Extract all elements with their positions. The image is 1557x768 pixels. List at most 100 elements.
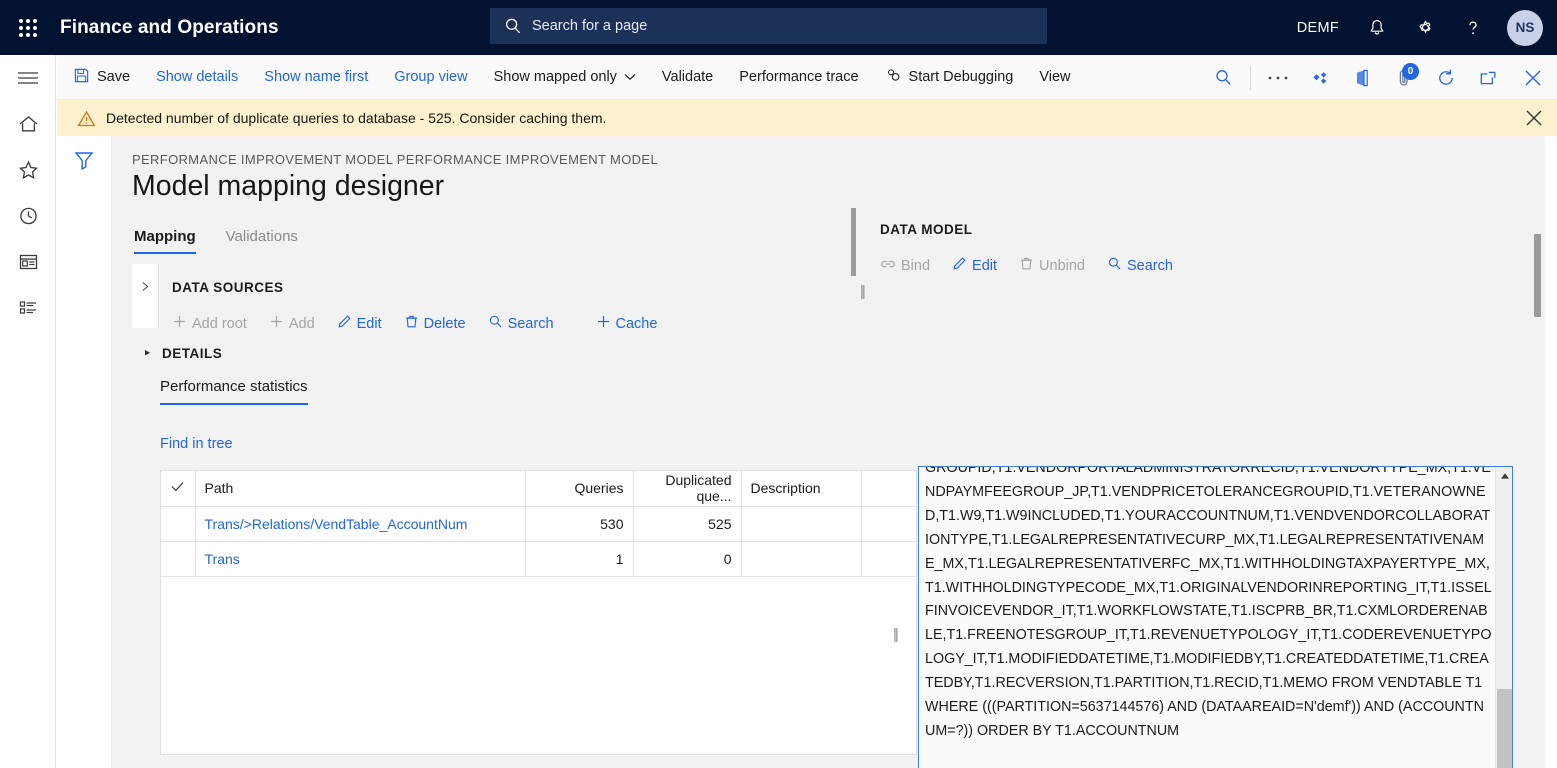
- show-details-button[interactable]: Show details: [143, 55, 251, 100]
- avatar[interactable]: NS: [1507, 9, 1543, 46]
- edit-binding-button[interactable]: Edit: [952, 256, 997, 275]
- link-icon: [880, 257, 896, 275]
- cell-description: [741, 506, 862, 542]
- divider: [1250, 65, 1251, 90]
- column-header-path[interactable]: Path: [195, 471, 526, 507]
- sql-scrollbar-thumb[interactable]: [1497, 689, 1512, 768]
- edit-button[interactable]: Edit: [337, 314, 382, 333]
- office-app-icon[interactable]: [1341, 55, 1383, 100]
- cache-button[interactable]: Cache: [596, 314, 657, 333]
- sql-textarea-scrollbar[interactable]: [1495, 467, 1512, 768]
- close-icon[interactable]: [1523, 107, 1545, 134]
- command-bar-right-group: 0: [1202, 55, 1557, 100]
- chevron-down-icon: [144, 344, 154, 362]
- column-header-description[interactable]: Description: [741, 471, 862, 507]
- search-button[interactable]: Search: [488, 314, 554, 333]
- sql-query-textarea[interactable]: GROUPID,T1.VENDORPORTALADMINISTRATORRECI…: [918, 466, 1513, 768]
- global-search-input[interactable]: Search for a page: [490, 8, 1047, 44]
- find-in-tree-link[interactable]: Find in tree: [160, 436, 233, 452]
- company-selector[interactable]: DEMF: [1283, 0, 1353, 55]
- add-root-button[interactable]: Add root: [172, 314, 247, 333]
- validate-button[interactable]: Validate: [649, 55, 726, 100]
- cell-filler: [861, 506, 916, 542]
- workspaces-icon[interactable]: [0, 239, 56, 285]
- row-checkbox[interactable]: [161, 541, 196, 577]
- table-row[interactable]: Trans/>Relations/VendTable_AccountNum 53…: [161, 506, 916, 542]
- save-label: Save: [97, 69, 131, 85]
- home-icon[interactable]: [0, 101, 56, 147]
- data-model-scroll-indicator: [851, 208, 856, 276]
- tab-performance-statistics[interactable]: Performance statistics: [160, 378, 308, 405]
- hamburger-icon[interactable]: [0, 55, 56, 101]
- personalize-icon[interactable]: [1299, 55, 1341, 100]
- plus-icon: [596, 314, 611, 333]
- pencil-icon: [337, 314, 352, 333]
- sql-query-text: GROUPID,T1.VENDORPORTALADMINISTRATORRECI…: [925, 466, 1492, 739]
- cell-description: [741, 541, 862, 577]
- save-icon: [73, 67, 90, 88]
- group-view-button[interactable]: Group view: [381, 55, 480, 100]
- unbind-button[interactable]: Unbind: [1019, 256, 1085, 275]
- tab-validations[interactable]: Validations: [226, 228, 298, 254]
- column-header-queries[interactable]: Queries: [525, 471, 634, 507]
- left-navigation-rail: [0, 55, 56, 768]
- delete-button[interactable]: Delete: [404, 314, 466, 333]
- refresh-icon[interactable]: [1425, 55, 1467, 100]
- show-name-first-button[interactable]: Show name first: [251, 55, 381, 100]
- start-debugging-label: Start Debugging: [908, 69, 1014, 85]
- app-launcher-icon[interactable]: [0, 0, 56, 55]
- path-link[interactable]: Trans: [205, 551, 240, 567]
- data-model-panel-splitter[interactable]: ||: [860, 283, 866, 300]
- select-all-header[interactable]: [161, 471, 196, 507]
- data-model-actions: Bind Edit Unbind Search: [880, 256, 1195, 275]
- plus-icon: [172, 314, 187, 333]
- clock-icon[interactable]: [0, 193, 56, 239]
- help-icon[interactable]: [1449, 0, 1497, 55]
- performance-statistics-grid: Path Queries Duplicated que... Descripti…: [160, 470, 917, 755]
- row-checkbox[interactable]: [161, 506, 196, 542]
- table-row[interactable]: Trans 1 0: [161, 541, 916, 577]
- show-mapped-only-label: Show mapped only: [493, 69, 617, 85]
- attachments-icon[interactable]: 0: [1383, 55, 1425, 100]
- show-mapped-only-dropdown[interactable]: Show mapped only: [481, 55, 649, 100]
- cell-path[interactable]: Trans: [195, 541, 526, 577]
- tab-mapping[interactable]: Mapping: [134, 228, 196, 254]
- view-button[interactable]: View: [1026, 55, 1083, 100]
- close-icon[interactable]: [1509, 55, 1557, 100]
- edit-label: Edit: [356, 315, 382, 332]
- add-button[interactable]: Add: [269, 314, 315, 333]
- pencil-icon: [952, 256, 967, 275]
- start-debugging-button[interactable]: Start Debugging: [872, 55, 1027, 100]
- star-icon[interactable]: [0, 147, 56, 193]
- checkmark-icon: [170, 480, 185, 496]
- search-icon[interactable]: [1202, 55, 1244, 100]
- modules-icon[interactable]: [0, 285, 56, 331]
- data-sources-expander[interactable]: [132, 264, 159, 328]
- save-button[interactable]: Save: [57, 55, 143, 100]
- data-model-search-button[interactable]: Search: [1107, 256, 1173, 275]
- page-content: PERFORMANCE IMPROVEMENT MODEL PERFORMANC…: [112, 136, 1545, 768]
- cell-duplicated: 0: [633, 541, 742, 577]
- open-in-new-window-icon[interactable]: [1467, 55, 1509, 100]
- details-expander[interactable]: DETAILS: [144, 344, 222, 362]
- debug-icon: [885, 67, 902, 88]
- search-icon: [488, 314, 503, 333]
- cell-path[interactable]: Trans/>Relations/VendTable_AccountNum: [195, 506, 526, 542]
- page-scrollbar-thumb[interactable]: [1534, 234, 1541, 317]
- column-header-duplicated[interactable]: Duplicated que...: [633, 471, 742, 507]
- gear-icon[interactable]: [1401, 0, 1449, 55]
- path-link[interactable]: Trans/>Relations/VendTable_AccountNum: [205, 516, 468, 532]
- details-label: DETAILS: [162, 345, 223, 361]
- bind-button[interactable]: Bind: [880, 257, 930, 275]
- bell-icon[interactable]: [1353, 0, 1401, 55]
- filter-icon[interactable]: [71, 148, 97, 177]
- cell-queries: 530: [525, 506, 634, 542]
- trash-icon: [1019, 256, 1034, 275]
- grid-panel-splitter[interactable]: ||: [893, 626, 899, 643]
- table-body: Trans/>Relations/VendTable_AccountNum 53…: [161, 506, 916, 577]
- chevron-down-icon: [624, 69, 636, 85]
- performance-trace-button[interactable]: Performance trace: [726, 55, 871, 100]
- overflow-ellipsis-icon[interactable]: [1257, 55, 1299, 100]
- scroll-up-arrow-icon[interactable]: [1496, 467, 1512, 484]
- data-sources-actions: Add root Add Edit Delete Search Cache: [172, 314, 679, 333]
